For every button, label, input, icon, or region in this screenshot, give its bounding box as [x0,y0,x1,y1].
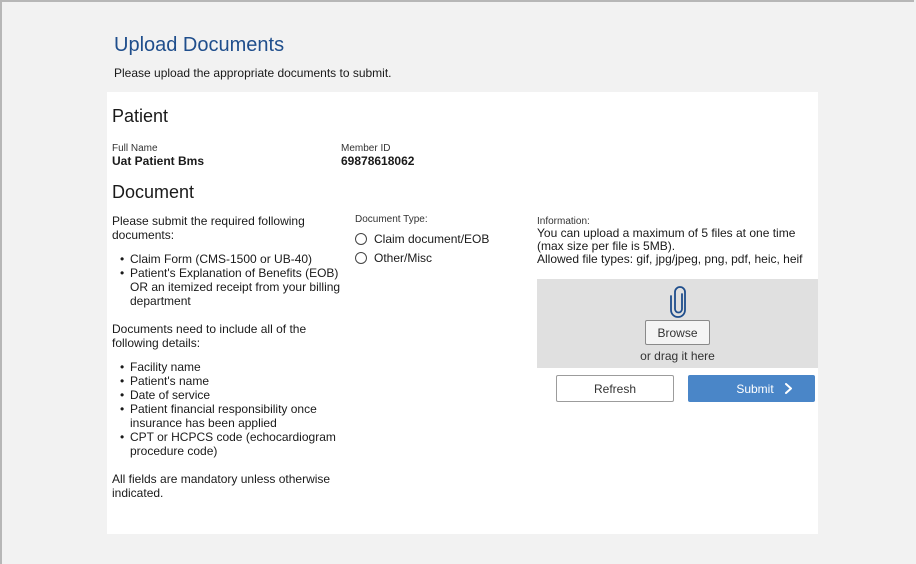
refresh-button[interactable]: Refresh [556,375,674,402]
document-instructions: Please submit the required following doc… [112,214,342,500]
list-item: Patient financial responsibility once in… [120,402,342,430]
radio-icon[interactable] [355,232,367,245]
submit-button[interactable]: Submit [688,375,815,402]
member-id-label: Member ID [341,143,391,154]
list-item: Patient's name [120,374,342,388]
chevron-right-icon [784,383,792,394]
browse-button[interactable]: Browse [645,320,710,345]
full-name-value: Uat Patient Bms [112,154,205,168]
patient-section-title: Patient [112,106,169,126]
full-name-label: Full Name [112,143,158,154]
radio-other-misc[interactable]: Other/Misc [355,249,489,266]
details-intro: Documents need to include all of the fol… [112,322,307,350]
page-title: Upload Documents [114,34,285,56]
document-type-group: Document Type: Claim document/EOB Other/… [355,214,489,268]
document-type-label: Document Type: [355,214,428,225]
info-line-file-types: Allowed file types: gif, jpg/jpeg, png, … [537,252,803,266]
radio-icon[interactable] [355,251,367,264]
list-item: Patient's Explanation of Benefits (EOB) … [120,266,342,308]
upload-card: Patient Full Name Uat Patient Bms Member… [107,92,818,534]
paperclip-icon [670,286,686,318]
list-item: Facility name [120,360,342,374]
drag-here-text: or drag it here [640,349,715,363]
mandatory-note: All fields are mandatory unless otherwis… [112,472,331,500]
list-item: CPT or HCPCS code (echocardiogram proced… [120,430,342,458]
required-docs-list: Claim Form (CMS-1500 or UB-40) Patient's… [112,252,342,308]
submit-label: Submit [736,381,774,396]
list-item: Date of service [120,388,342,402]
radio-label: Claim document/EOB [374,231,490,246]
file-dropzone[interactable]: Browse or drag it here [537,279,818,368]
list-item: Claim Form (CMS-1500 or UB-40) [120,252,342,266]
radio-label: Other/Misc [374,250,433,265]
radio-claim-document[interactable]: Claim document/EOB [355,230,489,247]
required-details-list: Facility name Patient's name Date of ser… [112,360,342,458]
document-section-title: Document [112,182,195,202]
page-subtitle: Please upload the appropriate documents … [114,66,392,80]
upload-information: Information: You can upload a maximum of… [537,216,817,266]
instructions-intro: Please submit the required following doc… [112,214,305,242]
member-id-value: 69878618062 [341,154,415,168]
